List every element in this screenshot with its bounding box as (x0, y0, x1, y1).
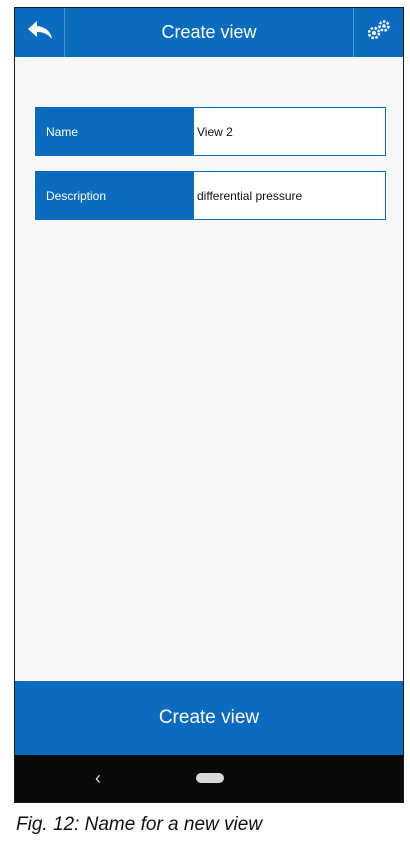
description-input[interactable]: differential pressure (194, 172, 385, 219)
create-view-button[interactable]: Create view (15, 681, 403, 755)
page-title: Create view (161, 22, 257, 42)
system-navigation-bar: ‹ (15, 755, 403, 802)
back-arrow-icon (26, 19, 54, 46)
figure-caption: Fig. 12: Name for a new view (16, 814, 263, 835)
nav-back-icon[interactable]: ‹ (95, 768, 101, 789)
top-app-bar: Create view (15, 8, 403, 57)
description-field-row: Description differential pressure (35, 171, 386, 220)
name-input[interactable]: View 2 (194, 108, 385, 155)
app-screen: Create view Name View 2 Description diff… (14, 7, 404, 803)
name-field-row: Name View 2 (35, 107, 386, 156)
description-label: Description (36, 172, 194, 219)
back-button[interactable] (15, 8, 65, 57)
settings-button[interactable] (353, 8, 403, 57)
name-label: Name (36, 108, 194, 155)
nav-home-pill[interactable] (196, 773, 224, 783)
gears-icon (366, 19, 392, 46)
